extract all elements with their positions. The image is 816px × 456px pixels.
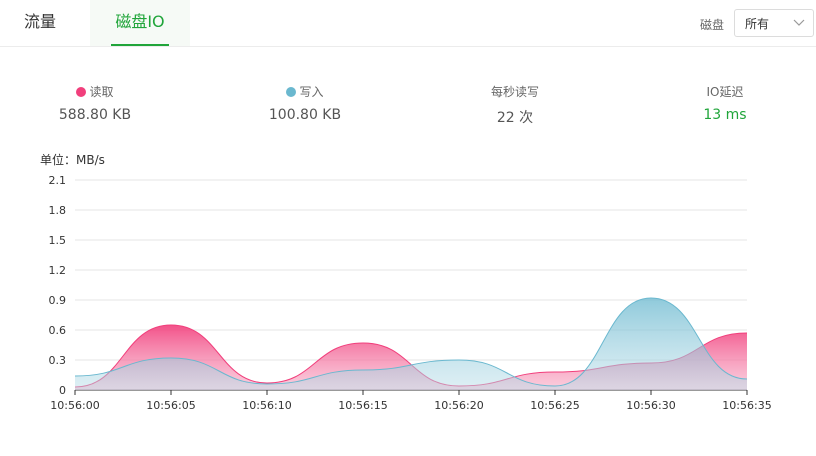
chart-unit-label: 单位：MB/s	[40, 153, 105, 167]
active-tab-indicator	[111, 44, 169, 46]
series-area-write	[75, 298, 747, 390]
stat-write-label: 写入	[299, 85, 324, 99]
x-tick-label: 10:56:20	[434, 399, 483, 412]
stat-latency-value: 13 ms	[703, 107, 747, 123]
stat-iops: 每秒读写 22 次	[455, 83, 575, 127]
read-legend-dot	[76, 87, 87, 97]
series-area-read	[75, 325, 747, 390]
chevron-down-icon	[793, 19, 805, 26]
stat-read: 读取 588.80 KB	[35, 83, 155, 123]
disk-filter-label: 磁盘	[700, 18, 725, 32]
x-tick-label: 10:56:30	[626, 399, 675, 412]
y-tick-label: 2.1	[49, 174, 67, 187]
x-tick-label: 10:56:35	[722, 399, 771, 412]
stat-read-label: 读取	[89, 85, 114, 99]
series-line-write	[74, 297, 748, 387]
y-tick-label: 0.9	[49, 294, 67, 307]
x-tick-label: 10:56:10	[242, 399, 291, 412]
write-legend-dot	[286, 87, 297, 97]
stat-iops-value: 22 次	[496, 110, 534, 126]
y-tick-label: 1.5	[49, 234, 67, 247]
y-tick-label: 0.3	[49, 354, 67, 367]
stat-iops-label: 每秒读写	[490, 85, 539, 99]
stat-latency: IO延迟 13 ms	[665, 83, 785, 123]
disk-select-value: 所有	[745, 17, 770, 31]
x-tick-label: 10:56:15	[338, 399, 387, 412]
y-tick-label: 1.2	[49, 264, 67, 277]
y-tick-label: 0	[59, 384, 66, 397]
y-tick-label: 0.6	[49, 324, 67, 337]
stat-latency-label: IO延迟	[706, 85, 744, 99]
x-tick-label: 10:56:25	[530, 399, 579, 412]
x-tick-label: 10:56:00	[50, 399, 99, 412]
tab-disk-io[interactable]: 磁盘IO	[90, 0, 190, 46]
x-tick-label: 10:56:05	[146, 399, 195, 412]
tab-bar: 流量 磁盘IO 磁盘 所有	[0, 0, 816, 47]
stat-read-value: 588.80 KB	[58, 107, 132, 123]
stat-write: 写入 100.80 KB	[245, 83, 365, 123]
stat-write-value: 100.80 KB	[268, 107, 342, 123]
y-tick-label: 1.8	[49, 204, 67, 217]
io-chart: 0 0.3 0.6 0.9 1.2 1.5 1.8 2.1 10:56:00 10:56:05 1…	[49, 174, 772, 412]
disk-select[interactable]: 所有	[734, 9, 814, 37]
tab-disk-io-label: 磁盘IO	[115, 12, 165, 31]
tab-traffic[interactable]: 流量	[0, 0, 80, 46]
series-line-read	[74, 324, 748, 388]
